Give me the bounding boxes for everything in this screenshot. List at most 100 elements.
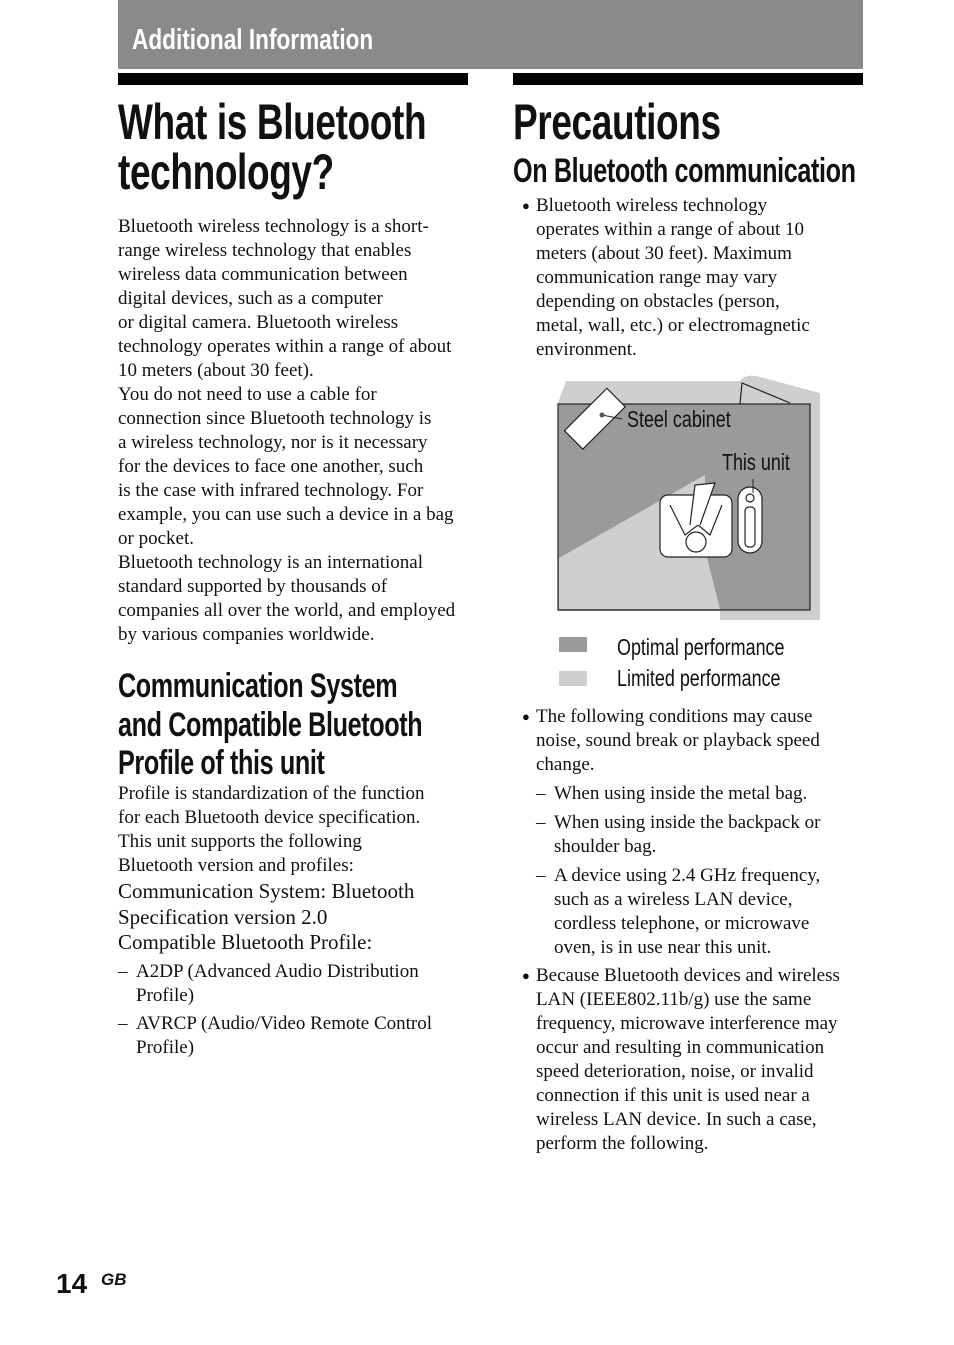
- text-line: example, you can use such a device in a …: [118, 504, 454, 525]
- legend-swatch-limited: [559, 671, 587, 686]
- section2-title-line: and Compatible Bluetooth: [118, 705, 423, 744]
- section2-title: Communication System and Compatible Blue…: [118, 667, 423, 783]
- list-item: ● Bluetooth wireless technology operates w…: [518, 194, 810, 362]
- text-line: wireless data communication between: [118, 264, 408, 285]
- section2-text: Profile is standardization of the functi…: [118, 782, 425, 878]
- dash-marker: –: [118, 961, 128, 982]
- text-line: Bluetooth wireless technology is a short…: [118, 216, 429, 237]
- text-line: or digital camera. Bluetooth wireless: [118, 312, 399, 333]
- list-item: ● The following conditions may cause noise…: [518, 705, 820, 777]
- page-region: GB: [101, 1270, 127, 1289]
- this-unit-icon: [737, 486, 763, 554]
- text-line: Bluetooth technology is an international: [118, 552, 423, 573]
- text-line: occur and resulting in communication: [536, 1037, 825, 1058]
- section-title: Additional Information: [132, 24, 374, 56]
- dash-marker: –: [536, 783, 546, 804]
- bullet-icon: ●: [522, 198, 530, 213]
- dash-marker: –: [118, 1013, 128, 1034]
- legend-swatch-optimal: [559, 637, 587, 652]
- dash-marker: –: [536, 812, 546, 833]
- legend-label-optimal: Optimal performance: [617, 634, 785, 660]
- text-line: Profile): [136, 1037, 195, 1058]
- dash-marker: –: [536, 865, 546, 886]
- precautions-subtitle: On Bluetooth communication: [513, 152, 856, 190]
- condition-list: – When using inside the metal bag. – When u…: [536, 782, 820, 965]
- text-line: Bluetooth version and profiles:: [118, 855, 354, 876]
- text-line: frequency, microwave interference may: [536, 1013, 838, 1034]
- text-line: operates within a range of about 10: [536, 219, 805, 240]
- profile-list: – A2DP (Advanced Audio Distribution Profil…: [118, 960, 432, 1064]
- list-item: – A device using 2.4 GHz frequency, such a…: [536, 864, 820, 960]
- text-line: for each Bluetooth device specification.: [118, 807, 421, 828]
- bullet-icon: ●: [522, 968, 530, 983]
- page-title-line: technology?: [118, 144, 334, 200]
- text-line: oven, is in use near this unit.: [554, 937, 772, 958]
- text-line: Communication System: Bluetooth: [118, 879, 415, 903]
- text-line: noise, sound break or playback speed: [536, 730, 820, 751]
- text-line: Profile is standardization of the functi…: [118, 783, 425, 804]
- text-line: Specification version 2.0: [118, 904, 328, 929]
- text-line: or pocket.: [118, 528, 194, 549]
- bullet-icon: ●: [522, 709, 530, 724]
- text-line: You do not need to use a cable for: [118, 384, 377, 405]
- bullet-range: ● Bluetooth wireless technology operates w…: [518, 194, 810, 362]
- page-title: What is Bluetooth technology?: [118, 94, 427, 200]
- section2-spec: Communication System: Bluetooth Specifica…: [118, 879, 414, 956]
- legend-label-limited: Limited performance: [617, 665, 781, 691]
- text-line: companies all over the world, and employ…: [118, 600, 456, 621]
- list-item: – A2DP (Advanced Audio Distribution Profil…: [118, 960, 432, 1008]
- page-number: 14: [56, 1268, 88, 1299]
- page-title-line: What is Bluetooth: [118, 94, 427, 150]
- right-column-rule: [513, 73, 863, 85]
- text-line: A device using 2.4 GHz frequency,: [554, 865, 821, 886]
- text-line: wireless LAN device. In such a case,: [536, 1109, 817, 1130]
- section2-title-line: Profile of this unit: [118, 744, 325, 782]
- text-line: by various companies worldwide.: [118, 624, 375, 645]
- text-line: connection if this unit is used near a: [536, 1085, 810, 1106]
- text-line: for the devices to face one another, suc…: [118, 456, 424, 477]
- text-line: meters (about 30 feet). Maximum: [536, 243, 792, 264]
- text-line: The following conditions may cause: [536, 706, 813, 727]
- precautions-title: Precautions: [513, 94, 721, 150]
- bullet-interference: ● Because Bluetooth devices and wireless L…: [518, 964, 840, 1156]
- text-line: metal, wall, etc.) or electromagnetic: [536, 315, 810, 336]
- text-line: digital devices, such as a computer: [118, 288, 383, 309]
- text-line: Compatible Bluetooth Profile:: [118, 930, 373, 954]
- text-line: environment.: [536, 339, 637, 360]
- text-line: such as a wireless LAN device,: [554, 889, 793, 910]
- list-item: ● Because Bluetooth devices and wireless L…: [518, 964, 840, 1156]
- text-line: speed deterioration, noise, or invalid: [536, 1061, 814, 1082]
- this-unit-label: This unit: [722, 449, 790, 475]
- text-line: Bluetooth wireless technology: [536, 195, 768, 216]
- text-line: AVRCP (Audio/Video Remote Control: [136, 1013, 433, 1034]
- text-line: a wireless technology, nor is it necessa…: [118, 432, 428, 453]
- text-line: LAN (IEEE802.11b/g) use the same: [536, 989, 812, 1010]
- list-item: – When using inside the backpack or should…: [536, 811, 820, 859]
- text-line: is the case with infrared technology. Fo…: [118, 480, 424, 501]
- text-line: shoulder bag.: [554, 836, 657, 857]
- text-line: connection since Bluetooth technology is: [118, 408, 432, 429]
- text-line: 10 meters (about 30 feet).: [118, 360, 314, 381]
- text-line: cordless telephone, or microwave: [554, 913, 810, 934]
- text-line: Profile): [136, 985, 195, 1006]
- text-line: range wireless technology that enables: [118, 240, 412, 261]
- section2-title-line: Communication System: [118, 667, 398, 705]
- text-line: change.: [536, 754, 595, 775]
- text-line: perform the following.: [536, 1133, 709, 1154]
- text-line: When using inside the backpack or: [554, 812, 821, 833]
- intro-text: Bluetooth wireless technology is a short…: [118, 215, 455, 647]
- left-column-rule: [118, 73, 468, 85]
- steel-cabinet-label: Steel cabinet: [627, 406, 731, 432]
- text-line: depending on obstacles (person,: [536, 291, 780, 312]
- section-header-bar: Additional Information: [118, 0, 863, 69]
- list-item: – AVRCP (Audio/Video Remote Control Profil…: [118, 1012, 432, 1060]
- text-line: technology operates within a range of ab…: [118, 336, 452, 357]
- text-line: A2DP (Advanced Audio Distribution: [136, 961, 419, 982]
- text-line: This unit supports the following: [118, 831, 362, 852]
- text-line: communication range may vary: [536, 267, 778, 288]
- text-line: standard supported by thousands of: [118, 576, 388, 597]
- text-line: When using inside the metal bag.: [554, 783, 808, 804]
- bullet-conditions: ● The following conditions may cause noise…: [518, 705, 820, 777]
- text-line: Because Bluetooth devices and wireless: [536, 965, 840, 986]
- list-item: – When using inside the metal bag.: [536, 782, 820, 806]
